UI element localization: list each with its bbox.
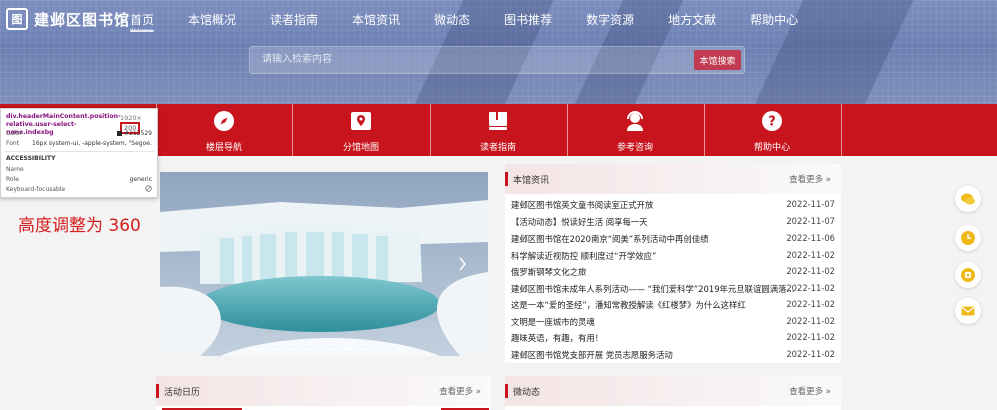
nav-item-news[interactable]: 本馆资讯 <box>352 11 400 28</box>
not-focusable-icon <box>145 185 152 194</box>
carousel-dot[interactable] <box>358 348 372 350</box>
quick-link-reader-guide[interactable]: 读者指南 <box>430 104 566 156</box>
role-label: Role <box>6 176 19 183</box>
calendar-panel: 活动日历 查看更多 » <box>156 376 491 410</box>
nav-item-local-docs[interactable]: 地方文献 <box>668 11 716 28</box>
news-item[interactable]: 建邺区图书馆在2020南京“阅美”系列活动中再创佳绩 2022-11-06 <box>511 233 835 249</box>
carousel-dot[interactable] <box>322 348 336 350</box>
compass-icon <box>213 110 235 132</box>
devtools-inspect-tooltip: div.headerMainContent.position-relative.… <box>0 108 158 198</box>
phone-icon[interactable] <box>955 262 981 288</box>
weibo-panel-title: 微动态 <box>513 388 541 398</box>
search-input[interactable] <box>260 53 664 66</box>
section-marker <box>505 172 508 186</box>
news-panel-title: 本馆资讯 <box>513 176 550 186</box>
role-value: generic <box>129 176 152 183</box>
nav-item-home[interactable]: 首页 Welcome <box>130 11 155 34</box>
color-swatch <box>117 131 123 136</box>
news-item[interactable]: 文明是一座城市的灵魂 2022-11-02 <box>511 316 835 332</box>
headset-icon <box>624 110 646 132</box>
svg-text:?: ? <box>768 115 776 130</box>
weibo-panel: 微动态 查看更多 » <box>505 376 841 410</box>
divider <box>841 104 842 156</box>
quick-link-consult[interactable]: 参考咨询 <box>567 104 703 156</box>
library-name: 建邺区图书馆 <box>34 10 131 29</box>
carousel-indicators <box>250 348 372 350</box>
quick-link-label: 参考咨询 <box>616 143 653 153</box>
name-label: Name <box>6 166 24 173</box>
mail-icon[interactable] <box>955 298 981 324</box>
font-value: 16px system-ui, -apple-system, "Segoe... <box>32 140 152 147</box>
calendar-panel-header: 活动日历 查看更多 » <box>156 376 491 406</box>
weibo-panel-header: 微动态 查看更多 » <box>505 376 841 406</box>
nav-home-subtitle: Welcome <box>130 28 153 34</box>
chat-icon[interactable] <box>955 186 981 212</box>
nav-item-book-recommend[interactable]: 图书推荐 <box>504 11 552 28</box>
image-carousel[interactable] <box>160 172 488 356</box>
accessibility-heading: ACCESSIBILITY <box>6 155 56 162</box>
nav-item-overview[interactable]: 本馆概况 <box>188 11 236 28</box>
divider <box>4 151 154 152</box>
quick-link-branch-map[interactable]: 分馆地图 <box>293 104 429 156</box>
section-marker <box>505 384 508 398</box>
search-button[interactable]: 本馆搜索 <box>694 50 741 70</box>
news-more-link[interactable]: 查看更多 » <box>789 173 831 185</box>
question-icon: ? <box>761 110 783 132</box>
quick-link-label: 分馆地图 <box>342 143 379 153</box>
section-marker <box>156 384 159 398</box>
carousel-dot[interactable] <box>268 348 282 350</box>
keyboard-label: Keyboard-focusable <box>6 186 66 193</box>
color-label: Color <box>6 130 22 137</box>
nav-item-weibo[interactable]: 微动态 <box>434 11 470 28</box>
nav-item-help[interactable]: 帮助中心 <box>750 11 798 28</box>
header-banner: 图 建邺区图书馆 首页 Welcome 本馆概况 读者指南 本馆资讯 微动态 图书… <box>0 0 997 104</box>
library-emblem-icon: 图 <box>6 8 28 30</box>
element-selector: div.headerMainContent.position-relative.… <box>6 113 121 136</box>
waterfall-image <box>160 172 488 356</box>
carousel-dot[interactable] <box>286 348 300 350</box>
clock-icon[interactable] <box>955 225 981 251</box>
calendar-more-link[interactable]: 查看更多 » <box>439 385 481 397</box>
carousel-dot[interactable] <box>304 348 318 350</box>
quick-link-label: 楼层导航 <box>205 143 242 153</box>
map-pin-icon <box>350 110 372 132</box>
news-item[interactable]: 俄罗斯钢琴文化之旅 2022-11-02 <box>511 266 835 282</box>
book-icon <box>487 110 509 132</box>
quick-link-floor-nav[interactable]: 楼层导航 <box>156 104 292 156</box>
news-panel-header: 本馆资讯 查看更多 » <box>505 164 841 194</box>
font-label: Font <box>6 140 20 147</box>
quick-link-label: 帮助中心 <box>753 143 790 153</box>
weibo-more-link[interactable]: 查看更多 » <box>789 385 831 397</box>
carousel-dot-active[interactable] <box>340 348 354 350</box>
news-item[interactable]: 建邺区图书馆党支部开展 党员志愿服务活动 2022-11-02 <box>511 349 835 365</box>
news-item[interactable]: 建邺区图书馆英文童书阅读室正式开放 2022-11-07 <box>511 199 835 215</box>
news-item[interactable]: 趣味英语，有趣，有用！ 2022-11-02 <box>511 332 835 348</box>
quick-link-help[interactable]: ? 帮助中心 <box>704 104 840 156</box>
nav-item-reader-guide[interactable]: 读者指南 <box>270 11 318 28</box>
quick-link-label: 读者指南 <box>479 143 516 153</box>
color-value: #212529 <box>117 130 152 137</box>
news-item[interactable]: 科学解读近视防控 顺利度过“开学效应” 2022-11-02 <box>511 250 835 266</box>
search-box: 本馆搜索 <box>249 46 745 74</box>
news-item[interactable]: 【活动动态】悦读好生活 阅享每一天 2022-11-07 <box>511 216 835 232</box>
news-panel: 本馆资讯 查看更多 » 建邺区图书馆英文童书阅读室正式开放 2022-11-07 … <box>505 164 841 363</box>
nav-item-digital-resources[interactable]: 数字资源 <box>586 11 634 28</box>
carousel-dot[interactable] <box>250 348 264 350</box>
annotation-text: 高度调整为 360 <box>18 216 141 236</box>
main-nav: 首页 Welcome 本馆概况 读者指南 本馆资讯 微动态 图书推荐 数字资源 地… <box>130 11 832 34</box>
calendar-panel-title: 活动日历 <box>164 388 201 398</box>
news-item[interactable]: 建邺区图书馆未成年人系列活动—— “我们爱科学”2019年元旦联谊圆满落... 2… <box>511 283 835 299</box>
library-logo[interactable]: 图 建邺区图书馆 <box>6 8 130 30</box>
news-item[interactable]: 这是一本“爱的圣经”，潘知常教授解读《红楼梦》为什么这样红 2022-11-02 <box>511 299 835 315</box>
